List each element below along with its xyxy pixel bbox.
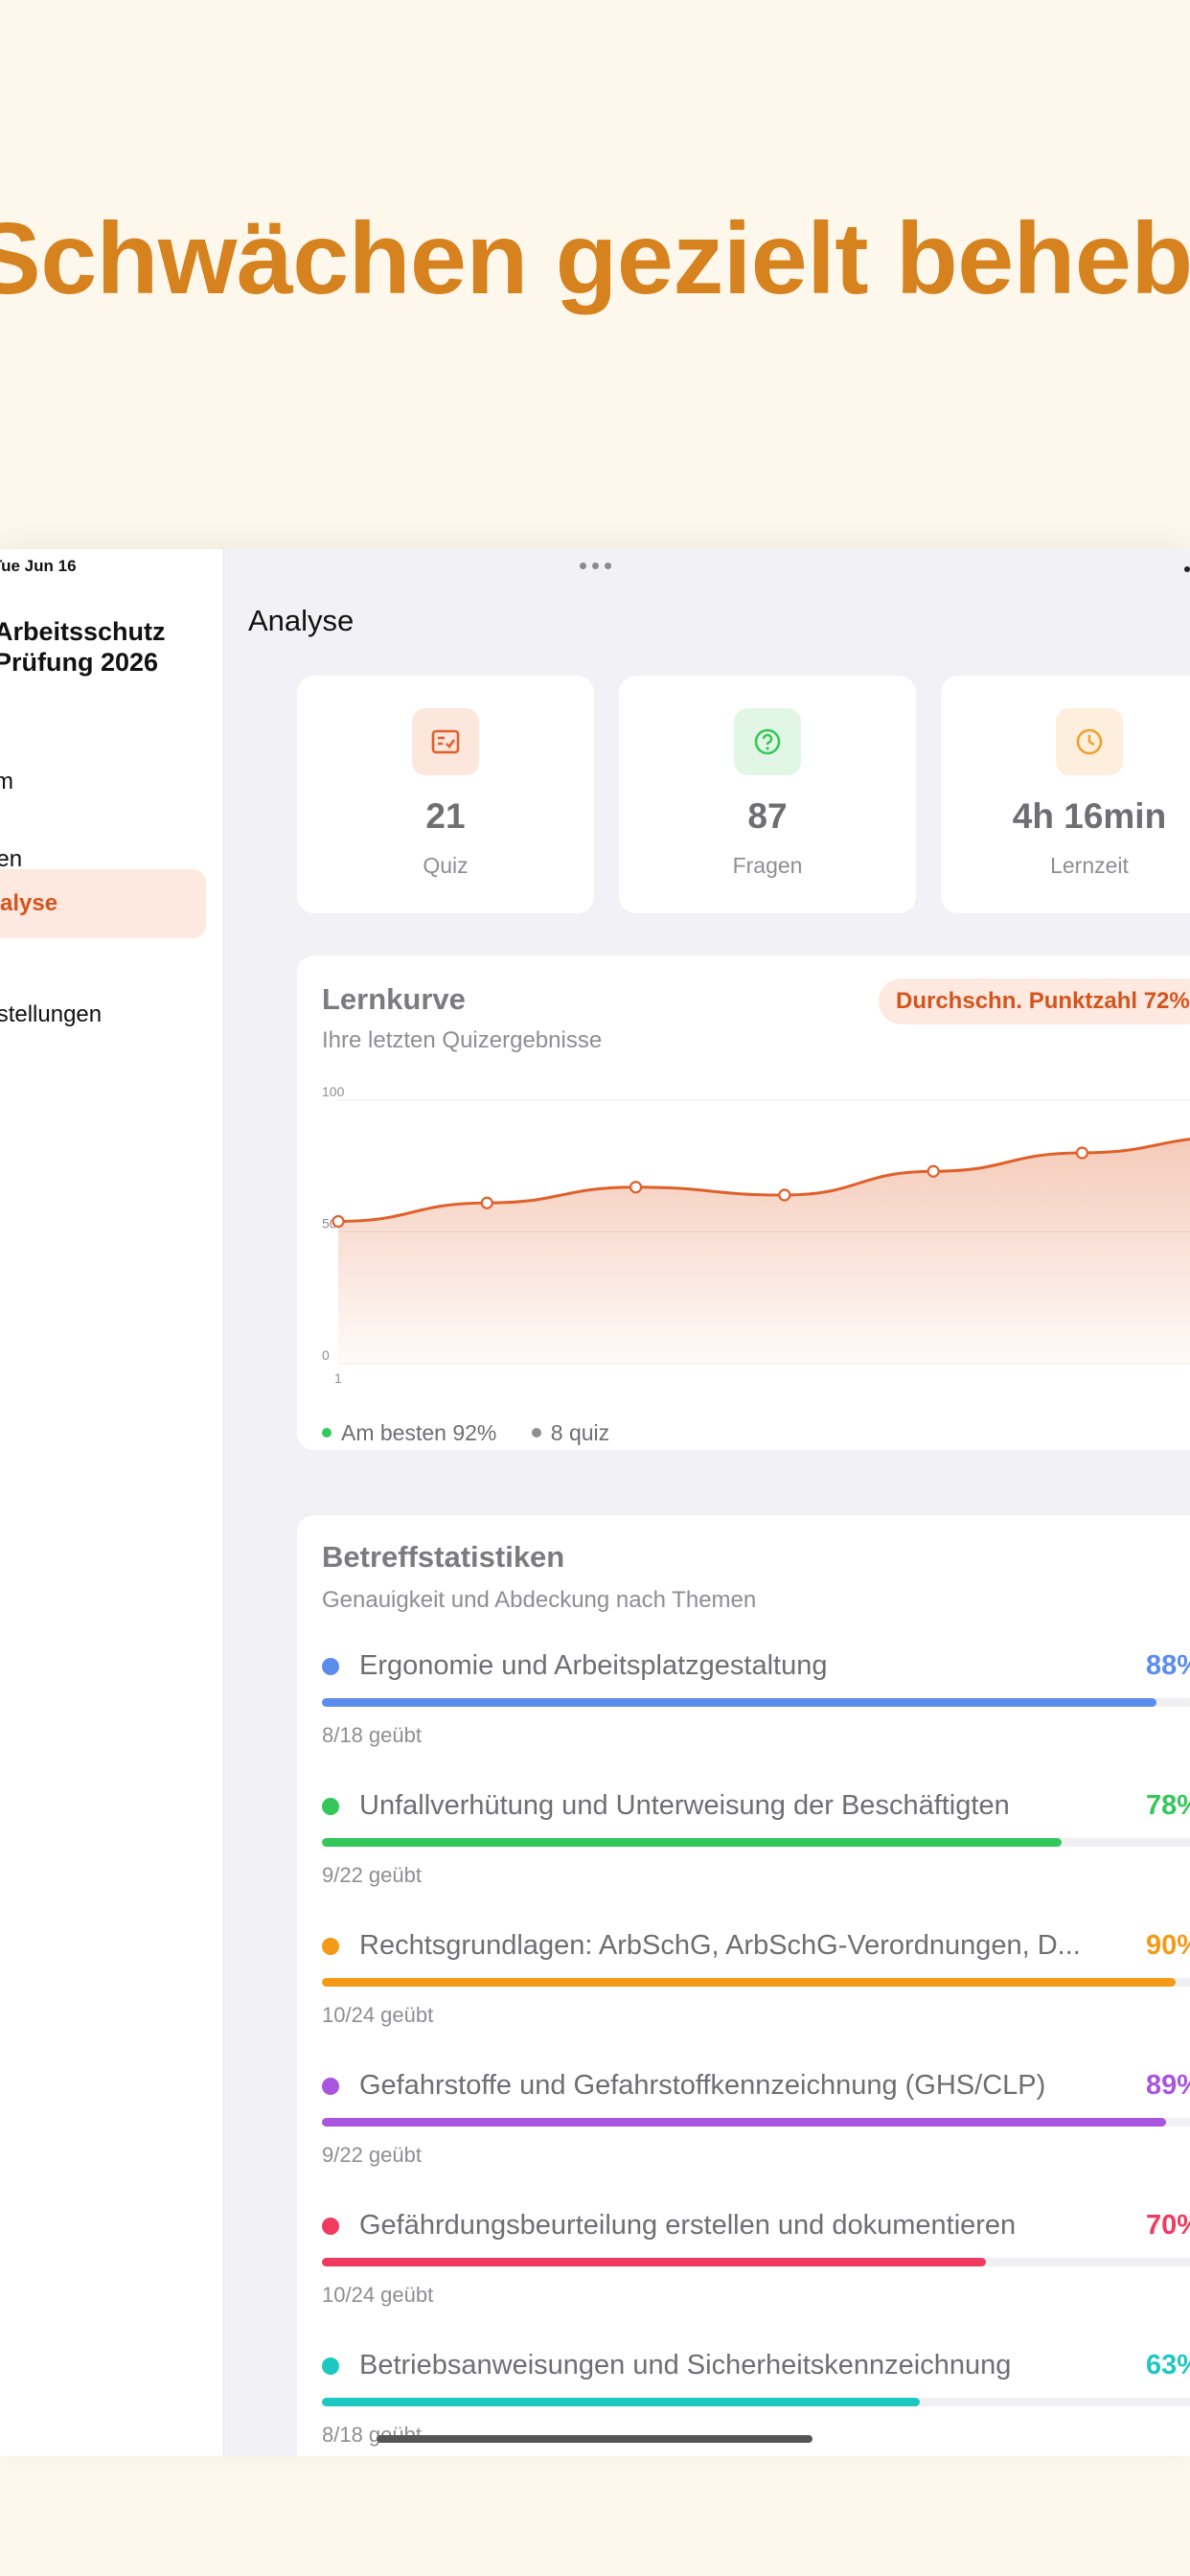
topic-name: Gefährdungsbeurteilung erstellen und dok… [359,2210,1017,2241]
topic-practiced-count: 10/24 geübt [322,2003,434,2027]
topic-name: Ergonomie und Arbeitsplatzgestaltung [359,1650,828,1681]
topic-name: Betriebsanweisungen und Sicherheitskennz… [359,2350,1012,2380]
learning-curve-card: Lernkurve Ihre letzten Quizergebnisse Du… [297,955,1190,1450]
topic-practiced-count: 10/24 geübt [322,2283,434,2307]
topic-color-dot [322,1658,339,1675]
topic-color-dot [322,2218,339,2235]
stat-card-quiz: 21 Quiz [297,676,594,913]
learning-curve-subtitle: Ihre letzten Quizergebnisse [322,1027,603,1053]
stat-label: Fragen [732,853,803,878]
app-title-line2: Prüfung 2026 [0,648,159,677]
sidebar-item-analyse[interactable]: Analyse [0,869,206,938]
stat-value: 87 [747,796,788,836]
x-tick-label: 1 [334,1370,342,1386]
question-circle-icon [734,708,801,775]
topic-row[interactable]: Gefahrstoffe und Gefahrstoffkennzeichnun… [322,2066,1190,2181]
topic-percent: 90% [1146,1930,1190,1961]
stat-card-lernzeit: 4h 16min Lernzeit [941,676,1190,913]
topic-progress-fill [322,2398,920,2406]
sidebar: Tue Jun 16 Arbeitsschutz Prüfung 2026 He… [0,549,224,2456]
app-title-line1: Arbeitsschutz [0,617,166,646]
topic-progress-track [322,1698,1190,1707]
topic-stats-subtitle: Genauigkeit und Abdeckung nach Themen [322,1587,757,1613]
quiz-checklist-icon [412,708,479,775]
topic-percent: 89% [1146,2070,1190,2101]
data-point [332,1214,345,1229]
topic-percent: 70% [1146,2210,1190,2241]
topic-name: Rechtsgrundlagen: ArbSchG, ArbSchG-Veror… [359,1930,1081,1961]
data-point [480,1196,493,1209]
topic-stats-title: Betreffstatistiken [322,1540,565,1574]
learning-curve-area [338,1138,1190,1364]
home-indicator[interactable] [377,2435,812,2443]
topic-practiced-count: 8/18 geübt [322,1723,422,1747]
topic-row[interactable]: Ergonomie und Arbeitsplatzgestaltung 88% 8… [322,1646,1190,1761]
topic-row[interactable]: Gefährdungsbeurteilung erstellen und dok… [322,2206,1190,2321]
topic-progress-track [322,2398,1190,2406]
stat-card-fragen: 87 Fragen [619,676,916,913]
topic-color-dot [322,1798,339,1815]
topic-row[interactable]: Rechtsgrundlagen: ArbSchG, ArbSchG-Veror… [322,1926,1190,2041]
data-point [629,1181,643,1194]
marketing-headline: Schwächen gezielt beheben [0,202,1190,315]
data-point [778,1188,791,1202]
learning-curve-chart: 05010018 [322,1084,1190,1386]
topic-progress-fill [322,1698,1157,1707]
chart-legend: Am besten 92% 8 quiz [322,1420,638,1446]
y-tick-label: 100 [322,1084,345,1099]
main-content: Analyse 21 Quiz 87 Fragen 4h 16min Lernz… [223,549,1190,2456]
stat-value: 21 [425,796,466,836]
topic-name: Unfallverhütung und Unterweisung der Bes… [359,1790,1010,1821]
topic-percent: 88% [1146,1650,1190,1681]
multitasking-dots-icon[interactable] [580,563,614,570]
topic-progress-track [322,2118,1190,2127]
topic-color-dot [322,2358,339,2375]
topic-name: Gefahrstoffe und Gefahrstoffkennzeichnun… [359,2070,1046,2101]
topic-progress-fill [322,1978,1176,1987]
legend-quiz-dot [531,1427,541,1438]
topic-progress-fill [322,2258,986,2266]
topic-practiced-count: 9/22 geübt [322,1863,422,1887]
topic-progress-fill [322,2118,1167,2127]
topic-practiced-count: 9/22 geübt [322,2143,422,2167]
status-bar-date: Tue Jun 16 [0,557,77,575]
topic-progress-fill [322,1838,1063,1847]
data-point [1075,1146,1089,1160]
topic-progress-track [322,1838,1190,1847]
topic-progress-track [322,1978,1190,1987]
sidebar-item-heim[interactable]: Heim [0,748,175,816]
legend-best-dot [322,1427,332,1438]
app-title: Arbeitsschutz Prüfung 2026 [0,616,166,678]
ipad-screen: Tue Jun 16 Arbeitsschutz Prüfung 2026 He… [0,549,1190,2456]
stat-label: Lernzeit [1050,853,1129,878]
learning-curve-title: Lernkurve [322,982,466,1016]
legend-quiz: 8 quiz [531,1420,609,1446]
data-point [927,1164,940,1178]
topic-color-dot [322,2078,339,2095]
topic-percent: 78% [1146,1790,1190,1821]
topic-percent: 63% [1146,2350,1190,2380]
topic-color-dot [322,1938,339,1955]
topic-stats-card: Betreffstatistiken Genauigkeit und Abdec… [297,1515,1190,2456]
sidebar-item-einstellungen[interactable]: Einstellungen [0,980,179,1049]
average-score-badge: Durchschn. Punktzahl 72% [879,978,1190,1024]
stat-value: 4h 16min [1012,796,1167,836]
page-title: Analyse [248,604,355,637]
y-tick-label: 0 [322,1347,330,1363]
topic-row[interactable]: Unfallverhütung und Unterweisung der Bes… [322,1786,1190,1901]
stat-label: Quiz [423,853,469,878]
clock-icon [1056,708,1123,775]
legend-best: Am besten 92% [322,1420,496,1446]
topic-progress-track [322,2258,1190,2266]
status-indicator-icon [1184,566,1190,572]
